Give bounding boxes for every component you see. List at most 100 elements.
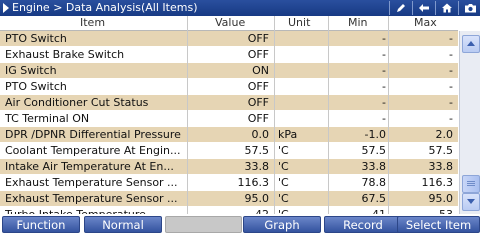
table-row[interactable]: Air Conditioner Cut Status OFF - - [0,95,458,111]
row-value-cell: 33.8 [244,160,270,173]
row-min-cell: - [382,96,386,109]
row-value-cell: OFF [247,48,269,61]
row-max-cell: - [449,80,453,93]
grip-icon [467,183,475,184]
function-button[interactable]: Function [2,216,80,233]
grip-icon [467,185,475,186]
row-max-cell: - [449,112,453,125]
row-value-cell: OFF [247,96,269,109]
row-value-cell: OFF [247,112,269,125]
row-value-cell: OFF [247,80,269,93]
data-table[interactable]: PTO Switch OFF - - Exhaust Brake Switch OFF - -… [0,31,458,214]
column-divider [388,16,389,214]
column-header-row: Item Value Unit Min Max [0,16,458,31]
row-value-cell: OFF [247,32,269,45]
edit-icon [397,4,405,12]
row-max-cell: 2.0 [435,128,454,141]
row-item-cell: Intake Air Temperature At En... [5,160,174,173]
row-min-cell: 67.5 [361,192,387,205]
row-value-cell: 95.0 [244,192,270,205]
row-min-cell: -1.0 [364,128,386,141]
chevron-down-icon [467,199,475,204]
scroll-up-button[interactable] [462,35,480,53]
table-row[interactable]: Exhaust Temperature Sensor ... 116.3 'C 78.… [0,175,458,191]
row-item-cell: Exhaust Brake Switch [5,48,125,61]
row-value-cell: 116.3 [237,176,270,189]
row-value-cell: 42 [190,207,269,214]
row-item-cell: Air Conditioner Cut Status [5,96,149,109]
table-row[interactable]: Intake Air Temperature At En... 33.8 'C 33.… [0,159,458,175]
column-divider [187,16,188,214]
row-min-cell: 57.5 [361,144,387,157]
vertical-scrollbar[interactable] [459,31,480,214]
column-divider [328,16,329,214]
row-max-cell: 33.8 [428,160,454,173]
function-key-bar: Function Normal Graph Record Select Item [0,214,480,234]
row-value-cell: ON [252,64,269,77]
row-value-cell: 0.0 [251,128,270,141]
row-item-cell: PTO Switch [5,80,67,93]
row-item-cell: PTO Switch [5,32,67,45]
table-row[interactable]: Turbo Intake Temperature 42 'C41 53 [0,207,458,214]
row-min-cell: - [382,64,386,77]
column-divider [274,16,275,214]
table-row[interactable]: Exhaust Brake Switch OFF - - [0,47,458,63]
row-unit-cell: 'C [278,207,328,214]
row-unit-cell: 'C [278,160,289,173]
row-item-cell: TC Terminal ON [5,112,90,125]
home-icon [442,3,452,13]
table-row[interactable]: TC Terminal ON OFF - - [0,111,458,127]
table-row[interactable]: PTO Switch OFF - - [0,31,458,47]
normal-button[interactable]: Normal [84,216,162,233]
row-max-cell: 53 [390,207,453,214]
row-item-cell: DPR /DPNR Differential Pressure [5,128,181,141]
row-min-cell: - [382,80,386,93]
column-header-item: Item [80,16,106,29]
row-item-cell: Coolant Temperature At Engin... [5,144,181,157]
record-button[interactable]: Record [324,216,402,233]
column-header-max: Max [414,16,437,29]
table-row[interactable]: Exhaust Temperature Sensor ... 95.0 'C 67.5… [0,191,458,207]
table-row[interactable]: PTO Switch OFF - - [0,79,458,95]
table-row[interactable]: DPR /DPNR Differential Pressure 0.0 kPa -1.… [0,127,458,143]
row-min-cell: - [382,32,386,45]
graph-button[interactable]: Graph [243,216,321,233]
row-max-cell: - [449,32,453,45]
back-icon [419,4,429,12]
row-item-cell: Exhaust Temperature Sensor ... [5,176,178,189]
scrollbar-thumb[interactable] [462,175,480,193]
row-max-cell: 95.0 [428,192,454,205]
row-min-cell: 33.8 [361,160,387,173]
camera-icon [464,4,476,13]
row-min-cell: 41 [330,207,386,214]
row-min-cell: 78.8 [361,176,387,189]
row-min-cell: - [382,112,386,125]
data-analysis-screen: Engine > Data Analysis(All Items) Item V [0,0,480,234]
column-header-value: Value [215,16,246,29]
row-unit-cell: 'C [278,192,289,205]
row-item-cell: Exhaust Temperature Sensor ... [5,192,178,205]
edit-button[interactable] [389,1,412,15]
column-header-unit: Unit [288,16,311,29]
select-item-button[interactable]: Select Item [397,216,480,233]
row-max-cell: - [449,64,453,77]
row-max-cell: 116.3 [421,176,454,189]
breadcrumb-arrow-icon [3,3,9,13]
column-header-min: Min [348,16,368,29]
row-max-cell: 57.5 [428,144,454,157]
table-row[interactable]: Coolant Temperature At Engin... 57.5 'C 57.… [0,143,458,159]
scroll-down-button[interactable] [462,193,480,211]
row-unit-cell: kPa [278,128,298,141]
page-title: Engine > Data Analysis(All Items) [12,1,198,14]
camera-button[interactable] [458,1,480,15]
row-max-cell: - [449,96,453,109]
row-value-cell: 57.5 [244,144,270,157]
row-item-cell: Turbo Intake Temperature [5,207,185,214]
row-item-cell: IG Switch [5,64,57,77]
row-unit-cell: 'C [278,176,289,189]
home-button[interactable] [435,1,458,15]
blank-button [165,216,242,233]
table-row[interactable]: IG Switch ON - - [0,63,458,79]
grip-icon [467,181,475,182]
back-button[interactable] [412,1,435,15]
